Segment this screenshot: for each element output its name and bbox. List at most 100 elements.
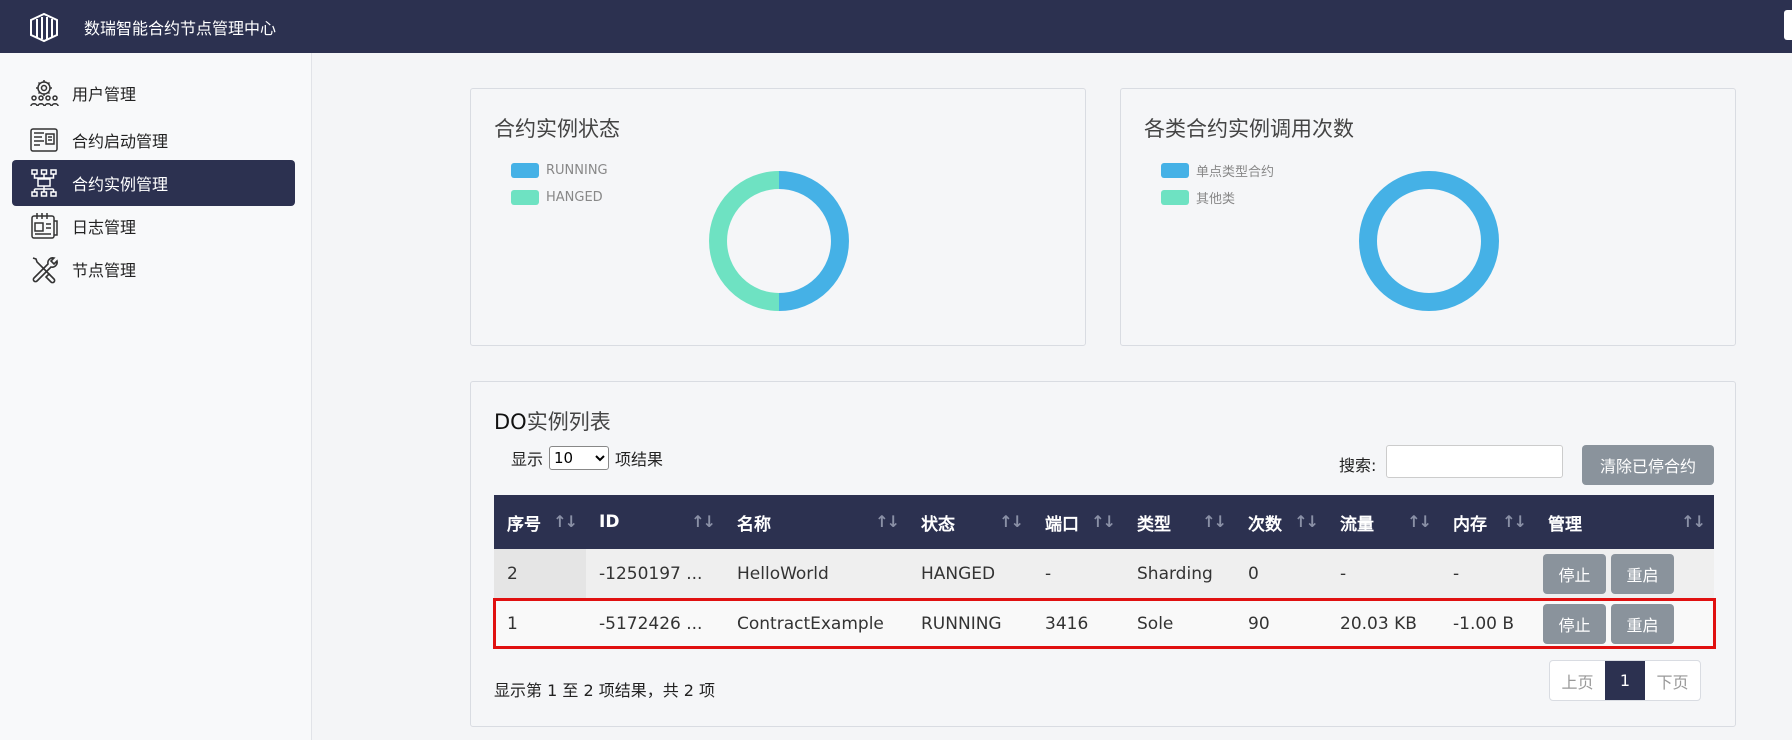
cell-count: 0 bbox=[1248, 564, 1259, 584]
list-title-suffix: 实例列表 bbox=[526, 410, 611, 434]
legend-label: HANGED bbox=[546, 190, 603, 205]
page-length-select[interactable]: 10 bbox=[549, 446, 610, 470]
search-label: 搜索: bbox=[1339, 456, 1377, 475]
column-label: 类型 bbox=[1137, 514, 1171, 535]
column-header-id[interactable]: ID ↑↓ bbox=[586, 495, 724, 549]
legend-item[interactable]: 单点类型合约 bbox=[1161, 157, 1274, 184]
chart-legend: RUNNING HANGED bbox=[511, 157, 608, 211]
column-header-name[interactable]: 名称 ↑↓ bbox=[724, 495, 908, 549]
sidebar-item-logs[interactable]: 日志管理 bbox=[12, 203, 295, 249]
column-label: 内存 bbox=[1453, 514, 1487, 535]
column-header-type[interactable]: 类型 ↑↓ bbox=[1124, 495, 1235, 549]
restart-button[interactable]: 重启 bbox=[1611, 554, 1674, 594]
sidebar-item-label: 节点管理 bbox=[72, 261, 137, 280]
legend-item[interactable]: RUNNING bbox=[511, 157, 608, 184]
legend-swatch bbox=[511, 163, 539, 178]
status-chart-panel: 合约实例状态 RUNNING HANGED bbox=[470, 88, 1086, 346]
column-label: 序号 bbox=[507, 514, 541, 535]
column-label: 状态 bbox=[921, 514, 955, 535]
cell-traffic: 20.03 KB bbox=[1340, 614, 1417, 634]
cell-memory: -1.00 B bbox=[1453, 614, 1515, 634]
instance-table: 序号 ↑↓ ID ↑↓ 名称 ↑↓ 状态 ↑↓ 端口 ↑↓ 类型 ↑↓ 次数 ↑↓ 流量 ↑↓ … bbox=[494, 495, 1714, 649]
cell-manage: 停止 重启 bbox=[1535, 599, 1714, 649]
panel-title: 合约实例状态 bbox=[494, 117, 620, 141]
sort-icon: ↑↓ bbox=[875, 512, 900, 531]
column-header-memory[interactable]: 内存 ↑↓ bbox=[1440, 495, 1535, 549]
page-number-button[interactable]: 1 bbox=[1605, 661, 1645, 700]
contract-start-icon bbox=[28, 124, 60, 156]
sidebar-item-contract-start[interactable]: 合约启动管理 bbox=[12, 117, 295, 163]
column-header-port[interactable]: 端口 ↑↓ bbox=[1032, 495, 1124, 549]
users-gear-icon bbox=[28, 77, 60, 109]
sidebar-item-label: 合约实例管理 bbox=[72, 175, 169, 194]
sidebar: 用户管理 合约启动管理 合约实例管理 日志管理 节点管理 bbox=[0, 53, 312, 740]
app-logo-icon bbox=[30, 12, 58, 42]
cell-status: HANGED bbox=[921, 564, 996, 584]
legend-swatch bbox=[1161, 163, 1189, 178]
table-row[interactable]: 1 -5172426 ... ContractExample RUNNING 3… bbox=[494, 599, 1714, 649]
stop-button[interactable]: 停止 bbox=[1543, 604, 1606, 644]
pagination: 上页 1 下页 bbox=[1549, 660, 1701, 701]
column-label: 端口 bbox=[1045, 514, 1079, 535]
column-label: 流量 bbox=[1340, 514, 1374, 535]
legend-item[interactable]: 其他类 bbox=[1161, 184, 1274, 211]
search-input[interactable] bbox=[1386, 445, 1563, 478]
column-header-traffic[interactable]: 流量 ↑↓ bbox=[1327, 495, 1440, 549]
panel-title: 各类合约实例调用次数 bbox=[1144, 117, 1354, 141]
cell-status: RUNNING bbox=[921, 614, 1002, 634]
column-header-count[interactable]: 次数 ↑↓ bbox=[1235, 495, 1327, 549]
column-label: 管理 bbox=[1548, 514, 1582, 535]
column-header-manage[interactable]: 管理 ↑↓ bbox=[1535, 495, 1714, 549]
network-nodes-icon bbox=[28, 167, 60, 199]
cell-id: -5172426 ... bbox=[599, 614, 703, 634]
column-label: 名称 bbox=[737, 514, 771, 535]
donut-slice-单点类型合约[interactable] bbox=[1359, 171, 1499, 311]
legend-item[interactable]: HANGED bbox=[511, 184, 608, 211]
sidebar-item-label: 日志管理 bbox=[72, 218, 137, 237]
wrench-screwdriver-icon bbox=[28, 253, 60, 285]
stop-button[interactable]: 停止 bbox=[1543, 554, 1606, 594]
sidebar-item-label: 合约启动管理 bbox=[72, 132, 169, 151]
sort-desc-icon: ↑↓ bbox=[553, 512, 578, 531]
sort-icon: ↑↓ bbox=[999, 512, 1024, 531]
sort-icon: ↑↓ bbox=[1681, 512, 1706, 531]
legend-label: RUNNING bbox=[546, 163, 608, 178]
sidebar-item-users[interactable]: 用户管理 bbox=[12, 70, 295, 116]
instance-list-panel: DO实例列表 显示 10 项结果 搜索: 清除已停合约 序号 ↑↓ ID ↑↓ 名称… bbox=[470, 381, 1736, 727]
sort-icon: ↑↓ bbox=[1294, 512, 1319, 531]
next-page-button[interactable]: 下页 bbox=[1645, 661, 1700, 700]
column-header-seq[interactable]: 序号 ↑↓ bbox=[494, 495, 586, 549]
list-title-prefix: DO bbox=[494, 410, 527, 434]
chart-legend: 单点类型合约 其他类 bbox=[1161, 157, 1274, 211]
top-bar: 数瑞智能合约节点管理中心 bbox=[0, 0, 1792, 53]
sort-icon: ↑↓ bbox=[691, 512, 716, 531]
restart-button[interactable]: 重启 bbox=[1611, 604, 1674, 644]
sort-icon: ↑↓ bbox=[1202, 512, 1227, 531]
column-header-status[interactable]: 状态 ↑↓ bbox=[908, 495, 1032, 549]
sort-icon: ↑↓ bbox=[1091, 512, 1116, 531]
cell-seq: 2 bbox=[494, 549, 586, 599]
column-label: 次数 bbox=[1248, 514, 1282, 535]
window-edge-button[interactable] bbox=[1784, 10, 1792, 40]
donut-slice-HANGED[interactable] bbox=[709, 171, 780, 311]
cell-name: ContractExample bbox=[737, 614, 884, 634]
cell-seq: 1 bbox=[507, 614, 518, 634]
length-prefix: 显示 bbox=[511, 450, 544, 469]
length-suffix: 项结果 bbox=[615, 450, 664, 469]
prev-page-button[interactable]: 上页 bbox=[1550, 661, 1605, 700]
cell-manage: 停止 重启 bbox=[1535, 549, 1714, 599]
cell-type: Sharding bbox=[1137, 564, 1213, 584]
sidebar-item-nodes[interactable]: 节点管理 bbox=[12, 246, 295, 292]
clear-stopped-contracts-button[interactable]: 清除已停合约 bbox=[1582, 445, 1714, 485]
legend-swatch bbox=[511, 190, 539, 205]
donut-slice-RUNNING[interactable] bbox=[778, 171, 849, 311]
table-info: 显示第 1 至 2 项结果，共 2 项 bbox=[494, 681, 716, 700]
table-row[interactable]: 2 -1250197 ... HelloWorld HANGED - Shard… bbox=[494, 549, 1714, 599]
cell-port: 3416 bbox=[1045, 614, 1089, 634]
legend-label: 其他类 bbox=[1196, 192, 1236, 207]
cell-memory: - bbox=[1453, 564, 1460, 584]
sidebar-item-contract-instances[interactable]: 合约实例管理 bbox=[12, 160, 295, 206]
column-label: ID bbox=[599, 512, 620, 532]
calls-donut-chart bbox=[1359, 171, 1499, 311]
page-length-control: 显示 10 项结果 bbox=[511, 446, 663, 470]
